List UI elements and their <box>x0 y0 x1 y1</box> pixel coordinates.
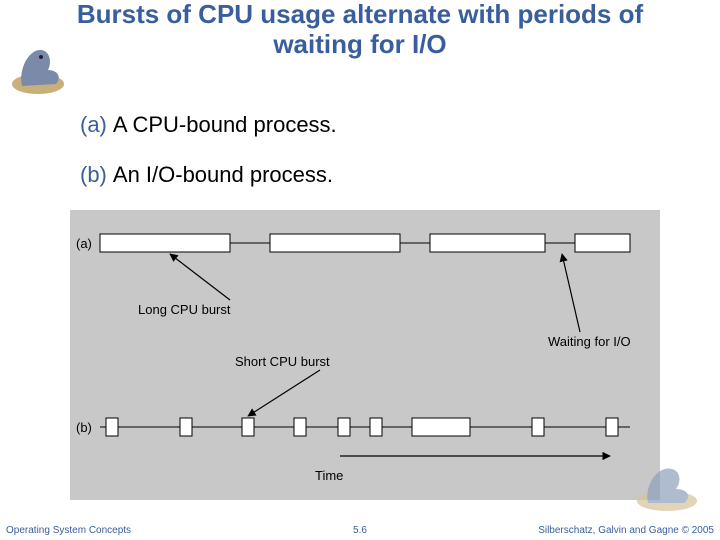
svg-text:(b): (b) <box>76 420 92 435</box>
svg-text:Waiting for I/O: Waiting for I/O <box>548 334 631 349</box>
svg-text:Long CPU burst: Long CPU burst <box>138 302 231 317</box>
bullet-b-marker: (b) <box>80 162 107 187</box>
bullet-a-marker: (a) <box>80 112 107 137</box>
bullet-b: (b)An I/O-bound process. <box>80 162 333 188</box>
footer-right: Silberschatz, Galvin and Gagne © 2005 <box>538 525 714 536</box>
dinosaur-logo-bottom <box>632 459 702 514</box>
bullet-a-text: A CPU-bound process. <box>113 112 337 137</box>
slide-title: Bursts of CPU usage alternate with perio… <box>0 0 720 60</box>
burst-diagram: (a) (b) Long CPU burst Waiting for I/O Short… <box>70 210 660 500</box>
svg-text:Short CPU burst: Short CPU burst <box>235 354 330 369</box>
bullet-a: (a)A CPU-bound process. <box>80 112 337 138</box>
svg-text:(a): (a) <box>76 236 92 251</box>
svg-text:Time: Time <box>315 468 343 483</box>
bullet-b-text: An I/O-bound process. <box>113 162 333 187</box>
